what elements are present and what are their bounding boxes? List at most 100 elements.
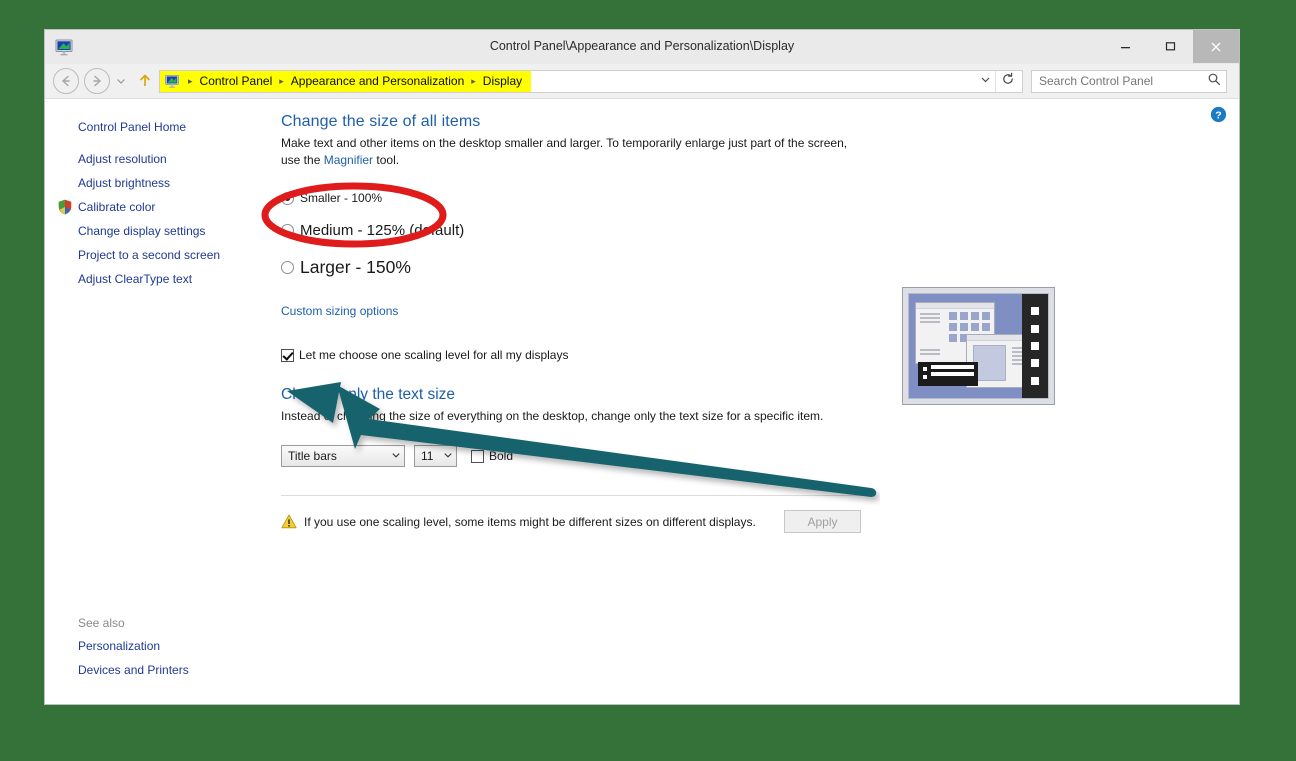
- radio-option-smaller[interactable]: Smaller - 100%: [281, 191, 1239, 205]
- sidebar-item-adjust-brightness[interactable]: Adjust brightness: [45, 171, 275, 195]
- breadcrumb-separator: ▸: [471, 75, 476, 86]
- control-panel-window: Control Panel\Appearance and Personaliza…: [44, 29, 1240, 705]
- one-scaling-level-label: Let me choose one scaling level for all …: [299, 348, 569, 362]
- forward-button[interactable]: [84, 68, 110, 94]
- radio-label: Smaller - 100%: [300, 191, 383, 205]
- custom-sizing-options-link[interactable]: Custom sizing options: [281, 304, 1239, 318]
- sidebar-item-label: Change display settings: [78, 224, 206, 238]
- item-select-value: Title bars: [288, 449, 337, 463]
- search-input[interactable]: [1032, 74, 1202, 88]
- custom-sizing-label: Custom sizing options: [281, 304, 399, 318]
- back-button[interactable]: [53, 68, 79, 94]
- chevron-down-icon: [981, 77, 989, 83]
- maximize-icon: [1165, 42, 1176, 51]
- back-arrow-icon: [62, 75, 70, 87]
- sidebar-item-project-second-screen[interactable]: Project to a second screen: [45, 243, 275, 267]
- sidebar-item-adjust-resolution[interactable]: Adjust resolution: [45, 147, 275, 171]
- sidebar-item-label: Adjust resolution: [78, 152, 167, 166]
- preview-text-lines: [920, 313, 940, 325]
- sidebar-item-label: Adjust brightness: [78, 176, 171, 190]
- desktop-background: Control Panel\Appearance and Personaliza…: [0, 0, 1296, 761]
- up-button[interactable]: [135, 69, 155, 93]
- see-also-title: See also: [78, 616, 125, 630]
- window-title: Control Panel\Appearance and Personaliza…: [489, 39, 795, 53]
- address-dropdown-button[interactable]: [976, 74, 994, 88]
- text-size-controls: Title bars 11 Bold: [281, 445, 1239, 467]
- preview-taskbar: [918, 362, 978, 386]
- search-box[interactable]: [1031, 69, 1227, 93]
- forward-arrow-icon: [93, 75, 101, 87]
- radio-option-larger[interactable]: Larger - 150%: [281, 257, 1239, 278]
- maximize-button[interactable]: [1148, 30, 1193, 63]
- sidebar-item-label: Project to a second screen: [78, 248, 221, 262]
- search-icon[interactable]: [1202, 72, 1226, 91]
- breadcrumb-item-display[interactable]: Display: [480, 74, 525, 88]
- radio-indicator: [281, 224, 294, 237]
- up-arrow-icon: [140, 74, 150, 86]
- text-size-description: Instead of changing the size of everythi…: [281, 409, 824, 423]
- font-size-value: 11: [421, 449, 434, 463]
- breadcrumb-separator: ▸: [279, 75, 284, 86]
- bold-checkbox-row[interactable]: Bold: [471, 449, 513, 463]
- sidebar-item-label: Adjust ClearType text: [78, 272, 193, 286]
- page-title: Change the size of all items: [281, 113, 481, 130]
- sidebar-item-change-display-settings[interactable]: Change display settings: [45, 219, 275, 243]
- recent-locations-button[interactable]: [113, 69, 129, 93]
- see-also-label: Personalization: [78, 639, 161, 653]
- radio-option-medium[interactable]: Medium - 125% (default): [281, 222, 1239, 239]
- breadcrumb-separator: ▸: [188, 75, 193, 86]
- minimize-button[interactable]: [1103, 30, 1148, 63]
- refresh-icon: [1003, 72, 1013, 84]
- description-text-2: tool.: [373, 153, 400, 167]
- preview-screen: [908, 293, 1049, 399]
- font-size-select[interactable]: 11: [414, 445, 457, 467]
- chevron-down-icon: [439, 450, 456, 463]
- text-size-heading: Change only the text size: [281, 386, 456, 403]
- refresh-button[interactable]: [995, 70, 1020, 92]
- window-titlebar: Control Panel\Appearance and Personaliza…: [45, 30, 1239, 64]
- display-monitor-icon: [54, 37, 74, 57]
- sidebar-item-label: Calibrate color: [78, 200, 156, 214]
- preview-window-titlebar: [967, 335, 1028, 341]
- minimize-icon: [1121, 47, 1130, 49]
- one-scaling-level-checkbox[interactable]: [281, 348, 294, 362]
- radio-indicator: [281, 191, 294, 205]
- one-scaling-level-checkbox-row[interactable]: Let me choose one scaling level for all …: [281, 348, 1239, 362]
- warning-row: If you use one scaling level, some items…: [281, 510, 861, 533]
- preview-charms-bar: [1022, 294, 1048, 398]
- breadcrumb-item-control-panel[interactable]: Control Panel: [197, 74, 276, 88]
- radio-label: Medium - 125% (default): [300, 222, 465, 239]
- breadcrumb-item-appearance[interactable]: Appearance and Personalization: [288, 74, 467, 88]
- see-also-label: Devices and Printers: [78, 663, 189, 677]
- magnifier-link[interactable]: Magnifier: [324, 153, 373, 167]
- chevron-down-icon: [117, 79, 125, 84]
- sidebar-item-calibrate-color[interactable]: Calibrate color: [45, 195, 275, 219]
- window-controls: [1103, 30, 1239, 63]
- address-breadcrumb-bar[interactable]: ▸ Control Panel ▸ Appearance and Persona…: [159, 69, 1023, 93]
- sidebar-item-label: Control Panel Home: [78, 120, 187, 134]
- radio-indicator: [281, 261, 294, 274]
- uac-shield-icon: [57, 199, 73, 215]
- preview-text-lines-2: [920, 349, 940, 357]
- bold-checkbox[interactable]: [471, 449, 484, 463]
- sidebar: Control Panel Home Adjust resolution Adj…: [45, 99, 275, 704]
- warning-triangle-icon: [281, 514, 297, 529]
- close-icon: [1211, 42, 1221, 51]
- see-also-item-devices-and-printers[interactable]: Devices and Printers: [45, 658, 275, 682]
- page-description: Make text and other items on the desktop…: [281, 135, 856, 169]
- display-preview-thumbnail: [902, 287, 1055, 405]
- see-also-item-personalization[interactable]: Personalization: [45, 634, 275, 658]
- breadcrumb: ▸ Control Panel ▸ Appearance and Persona…: [160, 70, 532, 92]
- close-button[interactable]: [1193, 30, 1239, 63]
- chevron-down-icon: [387, 450, 404, 463]
- sidebar-item-adjust-cleartype[interactable]: Adjust ClearType text: [45, 267, 275, 291]
- radio-label: Larger - 150%: [300, 257, 411, 277]
- bold-label: Bold: [489, 449, 514, 463]
- item-select[interactable]: Title bars: [281, 445, 405, 467]
- warning-text: If you use one scaling level, some items…: [304, 514, 756, 529]
- address-toolbar: ▸ Control Panel ▸ Appearance and Persona…: [45, 64, 1239, 99]
- sidebar-item-control-panel-home[interactable]: Control Panel Home: [45, 115, 275, 147]
- see-also-section: See also Personalization Devices and Pri…: [45, 612, 275, 682]
- preview-window-titlebar: [916, 303, 994, 309]
- apply-button[interactable]: Apply: [784, 510, 861, 533]
